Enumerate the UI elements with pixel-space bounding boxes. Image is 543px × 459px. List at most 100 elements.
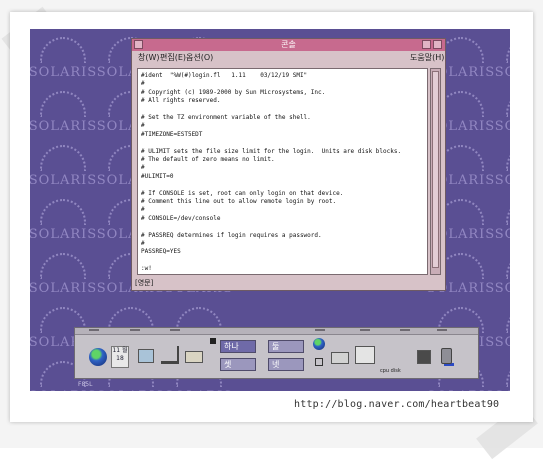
photo-frame: SOLARISSOLARISSOLARISSOLARISSOLARISSOLAR… [0,0,543,459]
menubar: 창(W) 편집(E) 옵션(O) 도움말(H) [132,52,445,64]
window-titlebar[interactable]: 콘솔 [132,39,445,51]
solaris-logo-tile: SOLARIS [30,247,98,307]
terminal-line: # The default of zero means no limit. [141,156,275,163]
solaris-logo-tile: SOLARIS [494,85,510,145]
solaris-logo-tile: SOLARIS [494,31,510,91]
terminal-line: #ident "%W(#)login.fl 1.11 03/12/19 SMI" [141,72,308,79]
maximize-button[interactable] [433,40,442,49]
style-manager-icon[interactable] [355,346,375,364]
terminal-line: # [141,240,145,247]
console-window[interactable]: 콘솔 창(W) 편집(E) 옵션(O) 도움말(H) #ident "%W(#)… [131,38,446,291]
scrollbar[interactable] [430,68,441,275]
sun-rays-icon [506,199,510,225]
menu-edit[interactable]: 편집(E) [160,52,186,64]
solaris-logo-text: SOLARIS [494,173,510,188]
sun-rays-icon [506,307,510,333]
front-panel: 11 월 18 하나 둘 셋 넷 cpu disk [74,327,479,379]
sun-rays-icon [506,91,510,117]
terminal-line: # Comment this line out to allow remote … [141,198,337,205]
subpanel-tab[interactable] [360,329,370,334]
terminal-line: # CONSOLE=/dev/console [141,214,221,222]
terminal-line: #ULIMIT=0 [141,172,174,180]
calendar-icon[interactable]: 11 월 18 [111,346,129,368]
solaris-logo-tile: SOLARIS [494,193,510,253]
trash-icon[interactable] [441,348,452,364]
sun-rays-icon [40,253,86,279]
subpanel-tab[interactable] [400,329,410,334]
solaris-logo-text: SOLARIS [426,389,496,391]
sun-rays-icon [506,37,510,63]
sun-rays-icon [506,361,510,387]
solaris-logo-text: SOLARIS [494,335,510,350]
subpanel-tab[interactable] [130,329,140,334]
terminal-line: # [141,164,145,172]
solaris-logo-text: SOLARIS [494,119,510,134]
solaris-logo-text: SOLARIS [494,389,510,391]
window-title: 콘솔 [281,40,296,49]
sun-rays-icon [40,199,86,225]
terminal-line: # All rights reserved. [141,97,221,105]
activity-globe-icon[interactable] [313,338,325,350]
solaris-logo-tile: SOLARIS [494,301,510,361]
solaris-logo-tile: SOLARIS [30,31,98,91]
solaris-logo-tile: SOLARIS [30,193,98,253]
subpanel-tab[interactable] [315,329,325,334]
calendar-day: 18 [116,355,124,362]
terminal-line: # Set the TZ environment variable of the… [141,114,311,121]
solaris-logo-text: SOLARIS [30,389,98,391]
watermark-url: http://blog.naver.com/heartbeat90 [294,399,500,410]
desktop: SOLARISSOLARISSOLARISSOLARISSOLARISSOLAR… [30,29,510,391]
solaris-logo-tile: SOLARIS [494,139,510,199]
sun-rays-icon [40,145,86,171]
terminal-line: # If CONSOLE is set, root can only login… [141,189,344,197]
solaris-logo-tile: SOLARIS [30,85,98,145]
solaris-logo-text: SOLARIS [30,119,98,134]
solaris-logo-text: SOLARIS [494,227,510,242]
exit-icon[interactable] [315,358,323,366]
solaris-logo-tile: SOLARIS [494,355,510,391]
printer-icon[interactable] [331,352,349,364]
subpanel-tab[interactable] [437,329,447,334]
terminal-line: :w! [141,265,152,273]
workspace-button-1[interactable]: 하나 [220,340,256,353]
solaris-logo-text: SOLARIS [30,65,98,80]
solaris-logo-text: SOLARIS [96,389,166,391]
minimize-button[interactable] [422,40,431,49]
solaris-logo-text: SOLARIS [494,65,510,80]
workspace-button-4[interactable]: 넷 [268,358,304,371]
performance-meter-label: cpu disk [380,368,401,374]
workspace-button-3[interactable]: 셋 [220,358,256,371]
workspace-button-2[interactable]: 둘 [268,340,304,353]
subpanel-tab[interactable] [89,329,99,334]
menu-help[interactable]: 도움말(H) [410,52,444,64]
solaris-logo-tile: SOLARIS [30,139,98,199]
solaris-logo-text: SOLARIS [164,389,234,391]
sun-rays-icon [506,145,510,171]
help-icon[interactable] [417,350,431,364]
menu-window[interactable]: 창(W) [138,52,160,64]
subpanel-tabs [75,328,478,335]
mail-icon[interactable] [185,351,203,363]
terminal-line: # [141,206,145,214]
sun-rays-icon [506,253,510,279]
subpanel-tab[interactable] [170,329,180,334]
terminal-text-area[interactable]: #ident "%W(#)login.fl 1.11 03/12/19 SMI"… [137,68,428,275]
menu-options[interactable]: 옵션(O) [186,52,213,64]
calendar-month: 11 월 [112,347,128,354]
globe-clock-icon[interactable] [89,348,107,366]
lock-icon[interactable] [210,338,216,344]
solaris-logo-text: SOLARIS [494,281,510,296]
solaris-logo-text: SOLARIS [30,227,98,242]
input-mode-status: [영문] [135,279,154,287]
desktop-bottom-label: F85L [78,381,93,388]
solaris-logo-text: SOLARIS [30,173,98,188]
scrollbar-thumb[interactable] [432,71,439,268]
terminal-line: # [141,122,145,130]
terminal-line: # ULIMIT sets the file size limit for th… [141,147,402,155]
terminal-line: # [141,80,145,88]
home-folder-icon[interactable] [138,349,154,363]
sun-rays-icon [40,37,86,63]
text-editor-icon[interactable] [161,346,179,364]
sun-rays-icon [40,91,86,117]
terminal-line: # Copyright (c) 1989-2000 by Sun Microsy… [141,88,326,96]
